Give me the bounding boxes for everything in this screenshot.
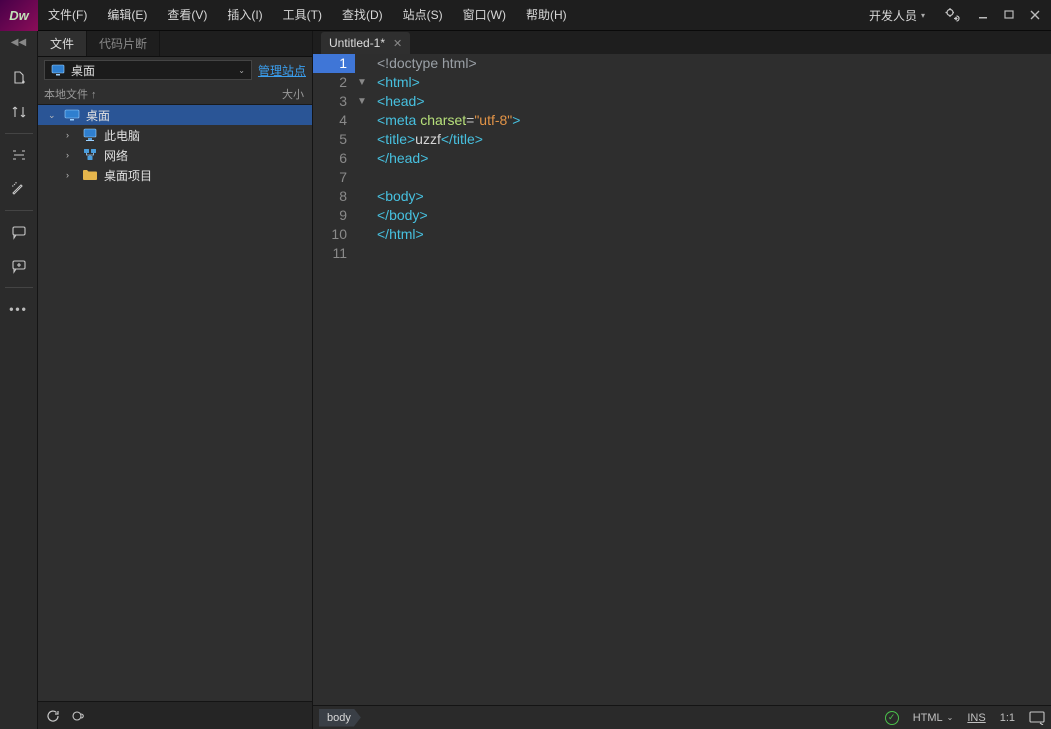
- close-icon[interactable]: ✕: [393, 37, 402, 50]
- files-panel: 文件 代码片断 桌面 ⌄ 管理站点 本地文件 ↑ 大小 ⌄ 桌面: [38, 31, 313, 729]
- site-selector-text: 桌面: [71, 62, 95, 79]
- minimize-button[interactable]: [971, 6, 995, 24]
- main-area: ◀◀ ••• 文件 代码片断 桌面 ⌄ 管理站点 本地文件 ↑: [0, 31, 1051, 729]
- close-button[interactable]: [1023, 6, 1047, 24]
- menu-item[interactable]: 窗口(W): [453, 0, 516, 31]
- tab-snippets[interactable]: 代码片断: [87, 31, 160, 56]
- menu-item[interactable]: 工具(T): [273, 0, 332, 31]
- toolbar-collapse-icon[interactable]: ◀◀: [11, 37, 26, 57]
- new-file-button[interactable]: [4, 65, 34, 91]
- sync-settings-icon[interactable]: [939, 2, 965, 28]
- tree-item-network[interactable]: › 网络: [38, 145, 312, 165]
- editor-status-bar: body ✓ HTML ⌄ INS 1:1: [313, 705, 1051, 729]
- document-tab-strip: Untitled-1* ✕: [313, 31, 1051, 54]
- size-label[interactable]: 大小: [282, 86, 304, 102]
- comment-button[interactable]: [4, 219, 34, 245]
- left-toolbar: ◀◀ •••: [0, 31, 38, 729]
- menu-item[interactable]: 插入(I): [217, 0, 272, 31]
- cursor-position: 1:1: [1000, 712, 1015, 724]
- maximize-button[interactable]: [997, 6, 1021, 24]
- refresh-button[interactable]: [46, 709, 60, 723]
- tree-item-desktop-project[interactable]: › 桌面项目: [38, 165, 312, 185]
- site-selector[interactable]: 桌面 ⌄: [44, 60, 252, 80]
- code-editor[interactable]: 1234567891011 ▼▼ <!doctype html><html><h…: [313, 54, 1051, 705]
- menu-item[interactable]: 文件(F): [38, 0, 97, 31]
- tree-item-this-pc[interactable]: › 此电脑: [38, 125, 312, 145]
- workspace-switcher[interactable]: 开发人员 ▾: [861, 0, 933, 31]
- overwrite-toggle[interactable]: INS: [967, 712, 985, 724]
- workspace-label: 开发人员: [869, 7, 917, 24]
- toolbar-separator: [5, 287, 33, 288]
- chevron-down-icon: ⌄: [48, 110, 58, 121]
- transfer-button[interactable]: [4, 99, 34, 125]
- file-list-header: 本地文件 ↑ 大小: [38, 83, 312, 105]
- line-number-gutter: 1234567891011: [313, 54, 355, 705]
- wand-button[interactable]: [4, 176, 34, 202]
- folder-icon: [82, 168, 98, 182]
- window-controls: [971, 6, 1047, 24]
- comment-collapse-button[interactable]: [4, 253, 34, 279]
- menu-item[interactable]: 查找(D): [332, 0, 393, 31]
- menu-item[interactable]: 站点(S): [393, 0, 453, 31]
- panel-tab-strip: 文件 代码片断: [38, 31, 312, 57]
- check-circle-icon: ✓: [885, 711, 899, 725]
- desktop-icon: [51, 64, 65, 76]
- document-tab[interactable]: Untitled-1* ✕: [321, 32, 410, 54]
- toolbar-separator: [5, 210, 33, 211]
- preview-button[interactable]: [1029, 711, 1045, 725]
- lint-ok-indicator[interactable]: ✓: [885, 711, 899, 725]
- chevron-right-icon: ›: [66, 150, 76, 160]
- menu-item[interactable]: 帮助(H): [516, 0, 577, 31]
- menu-item[interactable]: 查看(V): [157, 0, 217, 31]
- dropdown-arrow-icon: ▾: [921, 11, 925, 20]
- menu-item[interactable]: 编辑(E): [97, 0, 157, 31]
- files-panel-footer: [38, 701, 312, 729]
- document-tab-title: Untitled-1*: [329, 36, 385, 50]
- tree-item-label: 桌面项目: [104, 167, 152, 184]
- breadcrumb-body[interactable]: body: [319, 709, 361, 727]
- fold-column: ▼▼: [355, 54, 369, 705]
- manage-site-link[interactable]: 管理站点: [258, 62, 306, 79]
- code-content[interactable]: <!doctype html><html><head><meta charset…: [369, 54, 1051, 705]
- topbar-right: 开发人员 ▾: [861, 0, 1051, 32]
- toolbar-separator: [5, 133, 33, 134]
- ellipsis-icon: •••: [9, 302, 28, 316]
- editor-area: Untitled-1* ✕ 1234567891011 ▼▼ <!doctype…: [313, 31, 1051, 729]
- monitor-icon: [82, 128, 98, 142]
- app-logo: Dw: [0, 0, 38, 31]
- site-selector-row: 桌面 ⌄ 管理站点: [38, 57, 312, 83]
- file-tree: ⌄ 桌面 › 此电脑 › 网络 › 桌面项目: [38, 105, 312, 701]
- tree-item-label: 网络: [104, 147, 128, 164]
- chevron-right-icon: ›: [66, 170, 76, 180]
- top-menu-bar: Dw 文件(F)编辑(E)查看(V)插入(I)工具(T)查找(D)站点(S)窗口…: [0, 0, 1051, 31]
- tree-root-label: 桌面: [86, 107, 110, 124]
- more-button[interactable]: •••: [4, 296, 34, 322]
- status-right: ✓ HTML ⌄ INS 1:1: [885, 711, 1045, 725]
- menu-bar: 文件(F)编辑(E)查看(V)插入(I)工具(T)查找(D)站点(S)窗口(W)…: [38, 0, 577, 31]
- chevron-down-icon: ⌄: [238, 66, 245, 75]
- tree-root-desktop[interactable]: ⌄ 桌面: [38, 105, 312, 125]
- tab-files[interactable]: 文件: [38, 31, 87, 56]
- network-icon: [82, 148, 98, 162]
- chevron-down-icon: ⌄: [947, 713, 954, 722]
- language-selector[interactable]: HTML ⌄: [913, 712, 954, 724]
- chevron-right-icon: ›: [66, 130, 76, 140]
- desktop-icon: [64, 108, 80, 122]
- expand-button[interactable]: [4, 142, 34, 168]
- local-files-label[interactable]: 本地文件 ↑: [44, 86, 97, 102]
- sync-button[interactable]: [72, 709, 88, 723]
- tree-item-label: 此电脑: [104, 127, 140, 144]
